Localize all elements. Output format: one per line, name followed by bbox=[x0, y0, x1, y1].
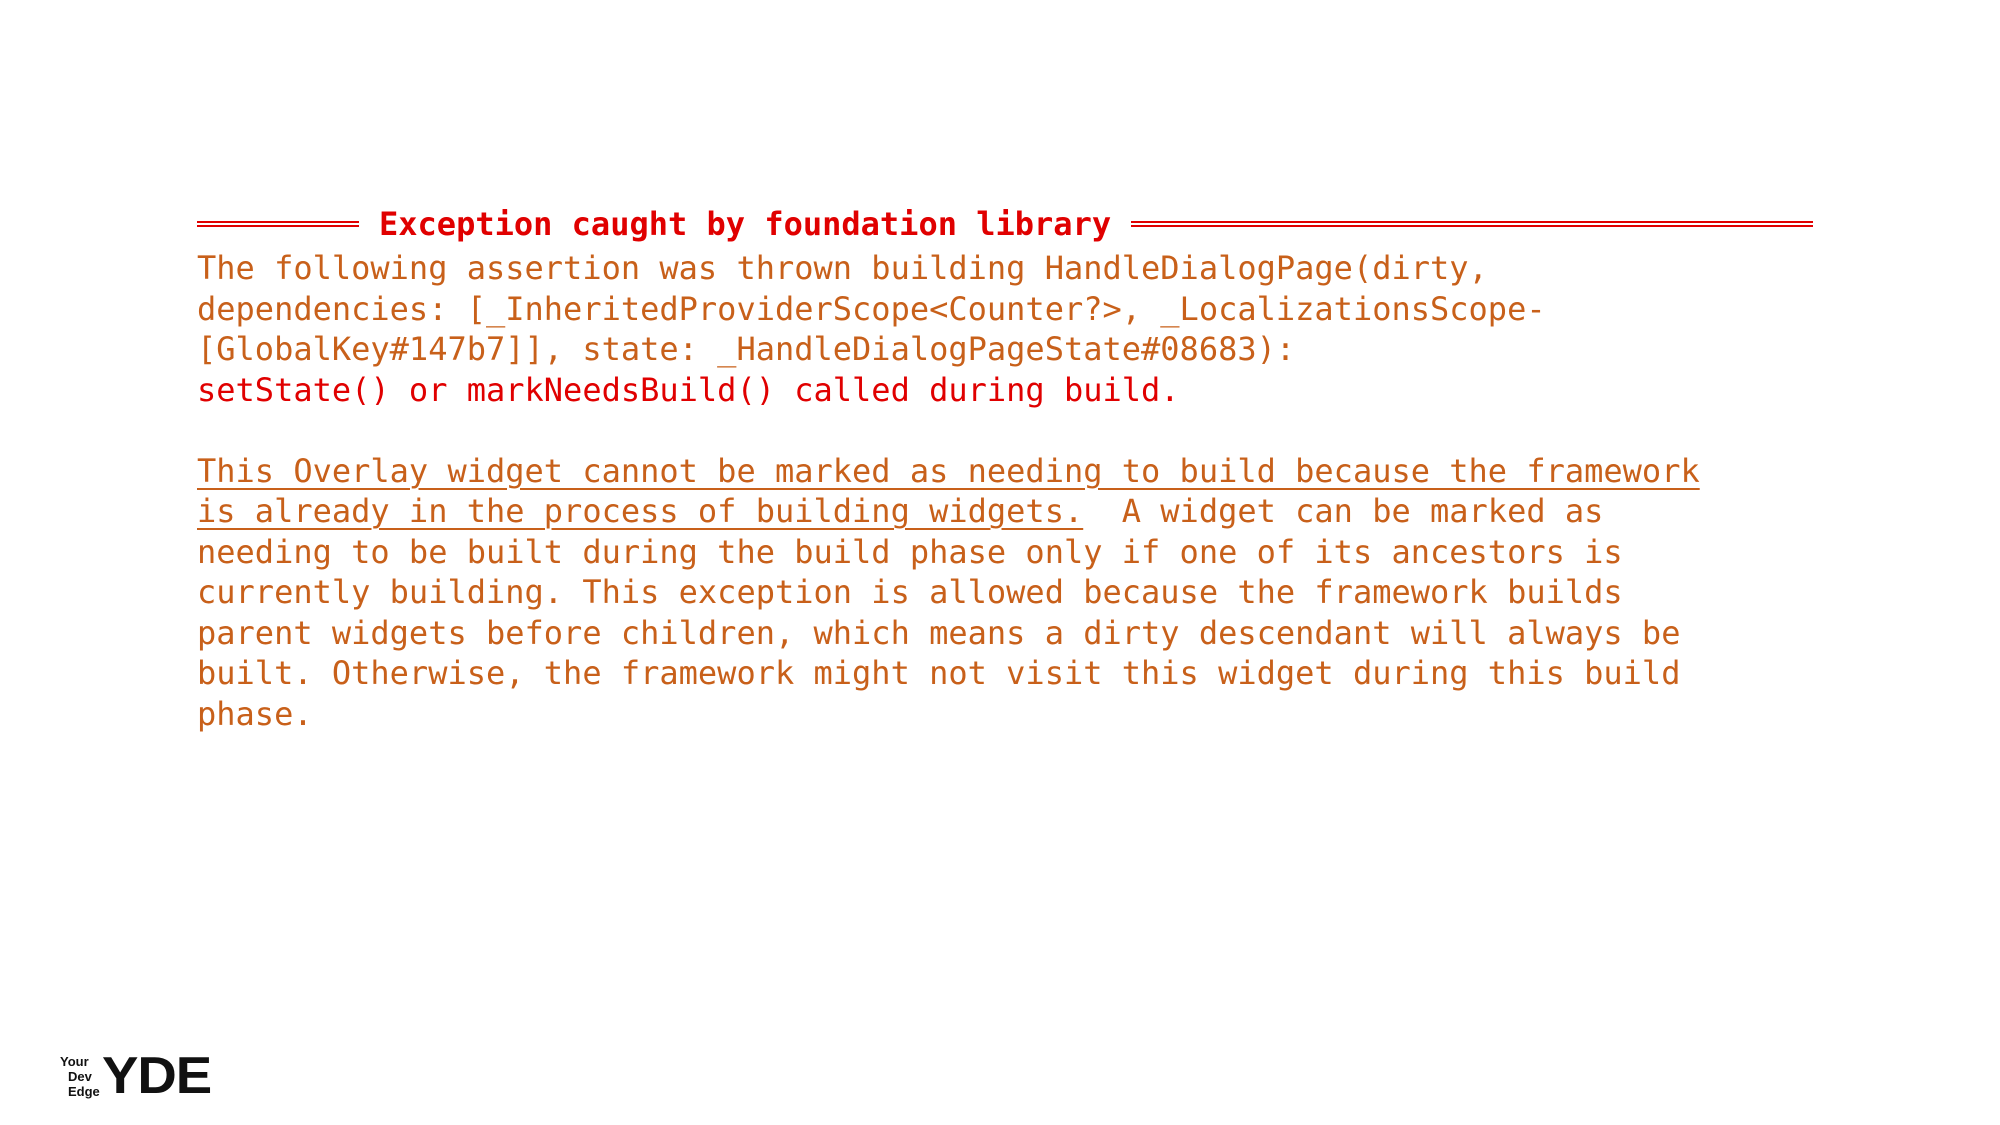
detail-line-4: currently building. This exception is al… bbox=[197, 573, 1623, 611]
detail-line-6: built. Otherwise, the framework might no… bbox=[197, 654, 1681, 692]
detail-line-5: parent widgets before children, which me… bbox=[197, 613, 1681, 652]
exception-title: Exception caught by foundation library bbox=[379, 204, 1112, 243]
exception-header: Exception caught by foundation library bbox=[197, 200, 1813, 248]
exception-console-output: Exception caught by foundation library T… bbox=[197, 200, 1813, 734]
detail-line-2-rest: A widget can be marked as bbox=[1083, 492, 1604, 530]
assertion-line-1: The following assertion was thrown build… bbox=[197, 249, 1488, 287]
assertion-line-2: dependencies: [_InheritedProviderScope<C… bbox=[197, 289, 1546, 328]
detail-line-2: is already in the process of building wi… bbox=[197, 491, 1813, 532]
underlined-text-1: This Overlay widget cannot be marked as … bbox=[197, 451, 1700, 490]
logo-word-dev: Dev bbox=[68, 1068, 92, 1084]
detail-line-3: needing to be built during the build pha… bbox=[197, 532, 1623, 571]
your-dev-edge-logo: Your Dev Edge YDE bbox=[60, 1050, 212, 1102]
logo-monogram: YDE bbox=[101, 1047, 212, 1105]
detail-line-7: phase. bbox=[197, 694, 313, 733]
logo-word-your: Your bbox=[60, 1053, 89, 1069]
error-message: setState() or markNeedsBuild() called du… bbox=[197, 370, 1180, 409]
header-rule-left bbox=[197, 221, 359, 227]
logo-word-edge: Edge bbox=[68, 1083, 100, 1099]
header-rule-right bbox=[1131, 221, 1813, 227]
assertion-line-3: [GlobalKey#147b7]], state: _HandleDialog… bbox=[197, 330, 1296, 368]
underlined-text-2: is already in the process of building wi… bbox=[197, 492, 1084, 530]
logo-wordmark: Your Dev Edge bbox=[60, 1054, 100, 1099]
detail-line-1: This Overlay widget cannot be marked as … bbox=[197, 451, 1813, 492]
